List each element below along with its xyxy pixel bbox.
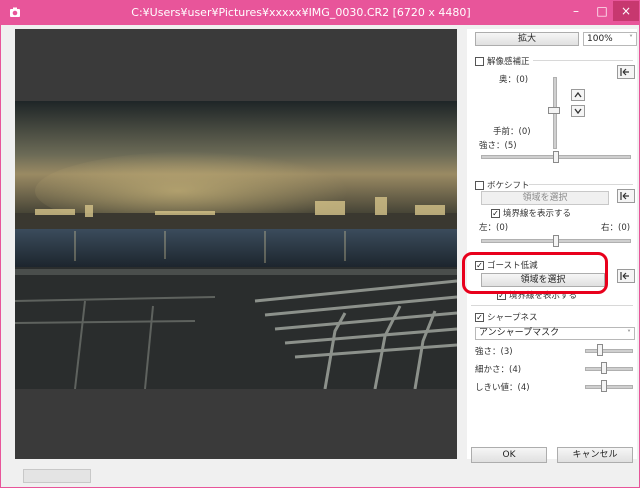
bokeh-show-boundary-label: 境界線を表示する	[503, 209, 572, 219]
reset-icon-bokeh[interactable]	[617, 189, 635, 203]
sharpness-mode-value: アンシャープマスク	[479, 328, 560, 338]
window-title: C:¥Users¥user¥Pictures¥xxxxx¥IMG_0030.CR…	[131, 6, 471, 19]
sharpness-label: シャープネス	[487, 313, 538, 323]
chevron-down-icon: ˅	[627, 329, 631, 338]
cancel-button[interactable]: キャンセル	[557, 447, 633, 463]
chevron-down-icon	[574, 108, 582, 115]
resolution-correction-label: 解像感補正	[487, 57, 530, 67]
status-progress-box	[23, 469, 91, 483]
bokeh-show-boundary-checkbox[interactable]: ✓	[491, 209, 500, 218]
zoom-button[interactable]: 拡大	[475, 32, 579, 46]
chevron-down-icon: ˅	[629, 34, 633, 43]
bokeh-left-label: 左：(0)	[479, 223, 509, 233]
depth-slider-thumb[interactable]	[548, 107, 560, 114]
bokeh-shift-label: ボケシフト	[487, 181, 530, 191]
sharpness-threshold-thumb[interactable]	[601, 380, 607, 392]
sharpness-fineness-label: 細かさ：(4)	[475, 365, 522, 375]
title-bar: C:¥Users¥user¥Pictures¥xxxxx¥IMG_0030.CR…	[1, 1, 639, 25]
bokeh-right-label: 右：(0)	[601, 223, 631, 233]
reset-icon	[620, 272, 629, 280]
bokeh-shift-checkbox[interactable]	[475, 181, 484, 190]
sharpness-fineness-thumb[interactable]	[601, 362, 607, 374]
reset-icon	[620, 192, 629, 200]
reset-icon	[620, 68, 629, 76]
chevron-up-icon	[574, 91, 582, 98]
zoom-select[interactable]: 100% ˅	[583, 32, 637, 46]
section-divider	[471, 305, 633, 306]
close-button[interactable]: ×	[613, 1, 639, 21]
main-window: C:¥Users¥user¥Pictures¥xxxxx¥IMG_0030.CR…	[0, 0, 640, 488]
sharpness-strength-thumb[interactable]	[597, 344, 603, 356]
back-label: 奥：(0)	[499, 75, 529, 85]
reset-icon-resolution[interactable]	[617, 65, 635, 79]
section-divider	[533, 60, 633, 61]
sharpness-mode-select[interactable]: アンシャープマスク ˅	[475, 327, 635, 340]
resolution-strength-label: 強さ：(5)	[479, 141, 517, 151]
sharpness-strength-label: 強さ：(3)	[475, 347, 513, 357]
sharpness-threshold-track[interactable]	[585, 385, 633, 389]
sharpness-fineness-track[interactable]	[585, 367, 633, 371]
tool-panel: 拡大 100% ˅ 解像感補正 奥：(0) 手前：(0) 強さ：(5) ボケシフ…	[467, 29, 637, 463]
resolution-strength-thumb[interactable]	[553, 151, 559, 163]
image-preview[interactable]	[15, 29, 457, 459]
section-divider	[529, 184, 633, 185]
preview-photo	[15, 101, 457, 389]
sharpness-checkbox[interactable]: ✓	[475, 313, 484, 322]
bokeh-select-area-button[interactable]: 領域を選択	[481, 191, 609, 205]
bokeh-slider-thumb[interactable]	[553, 235, 559, 247]
maximize-button[interactable]: □	[589, 1, 615, 21]
minimize-button[interactable]: –	[563, 1, 589, 21]
reset-icon-ghost[interactable]	[617, 269, 635, 283]
sharpness-strength-track[interactable]	[585, 349, 633, 353]
ghost-reduction-highlight	[462, 252, 608, 294]
zoom-value: 100%	[587, 34, 613, 44]
down-button[interactable]	[571, 105, 585, 117]
sharpness-threshold-label: しきい値：(4)	[475, 383, 530, 393]
front-label: 手前：(0)	[493, 127, 531, 137]
ok-button[interactable]: OK	[471, 447, 547, 463]
up-button[interactable]	[571, 89, 585, 101]
resolution-correction-checkbox[interactable]	[475, 57, 484, 66]
